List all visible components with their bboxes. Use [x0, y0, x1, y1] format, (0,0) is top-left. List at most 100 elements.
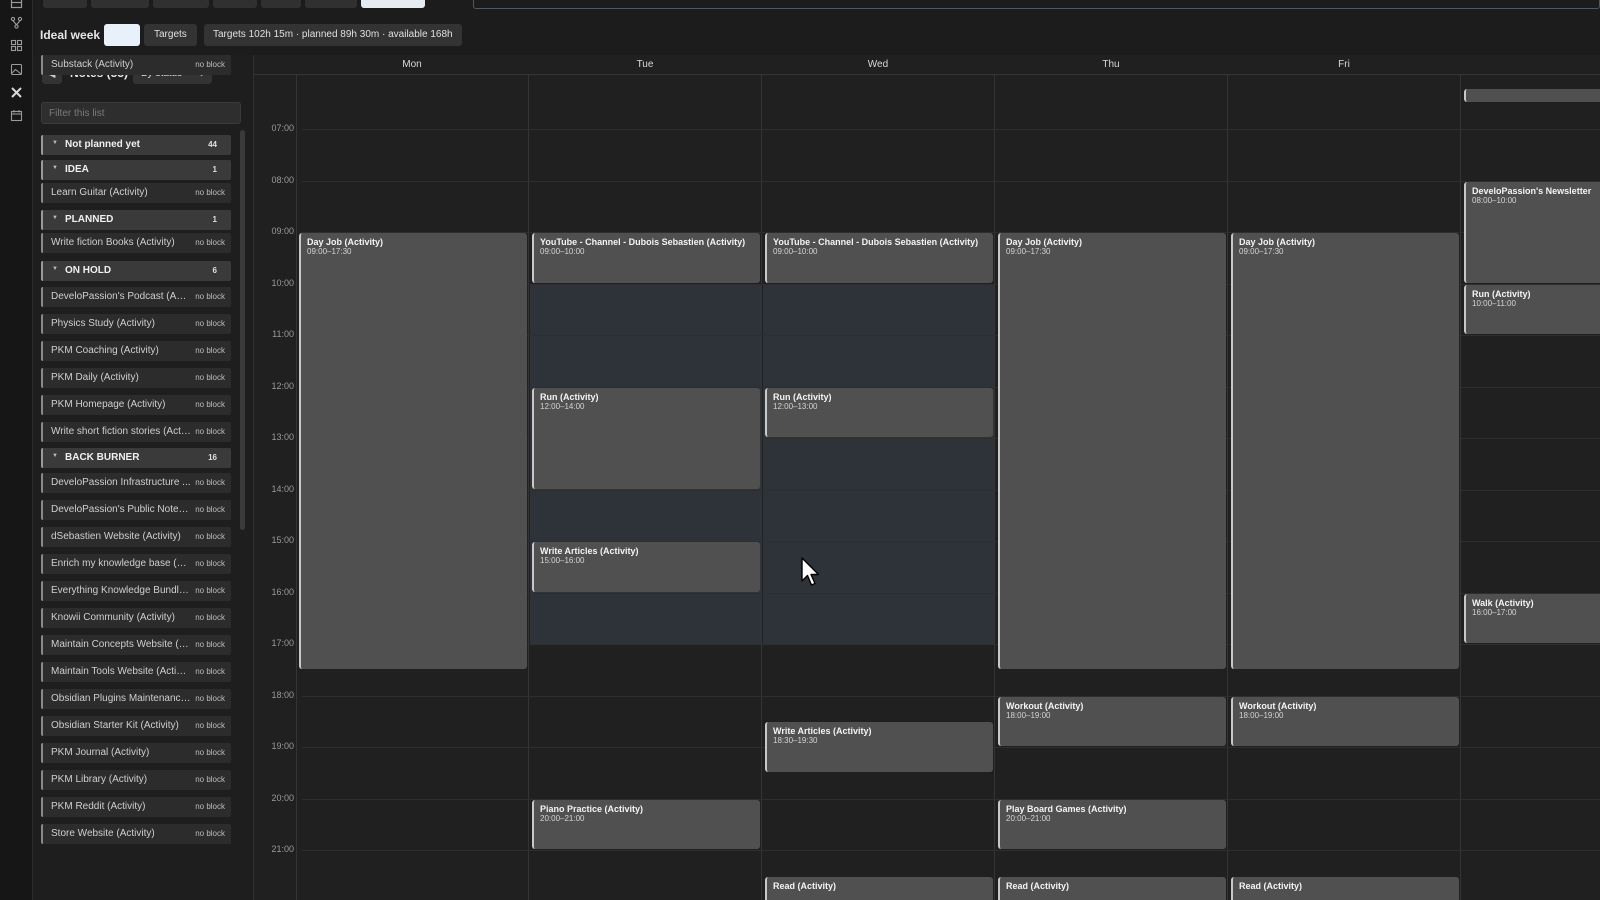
toolbar-tab[interactable]: [305, 0, 357, 8]
event-time: 18:00–19:00: [1006, 710, 1051, 720]
note-list-item[interactable]: PKM Homepage (Activity) no block: [41, 395, 231, 415]
day-column-divider: [761, 55, 762, 900]
status-group-header[interactable]: ▼ IDEA 1: [41, 160, 231, 180]
toolbar-tab[interactable]: [153, 0, 209, 8]
calendar-icon[interactable]: [10, 109, 23, 122]
event-title: Workout (Activity): [1006, 700, 1084, 711]
status-group-header[interactable]: ▼ BACK BURNER 16: [41, 448, 231, 468]
no-block-badge: no block: [195, 613, 225, 622]
mouse-cursor-icon: [801, 557, 820, 586]
note-list-item[interactable]: DeveloPassion's Public Notes ... no block: [41, 500, 231, 520]
status-group-header[interactable]: ▼ Not planned yet 44: [41, 135, 231, 155]
note-list-item[interactable]: PKM Journal (Activity) no block: [41, 743, 231, 763]
note-list-item[interactable]: Maintain Concepts Website (A... no block: [41, 635, 231, 655]
calendar-event[interactable]: Run (Activity) 10:00–11:00: [1464, 284, 1600, 334]
no-block-badge: no block: [195, 346, 225, 355]
notes-scrollbar[interactable]: [240, 130, 245, 530]
toolbar-input[interactable]: [473, 0, 1600, 9]
day-column-divider: [528, 55, 529, 900]
event-time: 18:30–19:30: [773, 736, 818, 746]
note-label: PKM Journal (Activity): [51, 747, 150, 758]
targets-button[interactable]: Targets: [144, 24, 197, 46]
note-list-item[interactable]: Learn Guitar (Activity) no block: [41, 183, 231, 203]
calendar-event[interactable]: Day Job (Activity) 09:00–17:30: [299, 233, 527, 669]
event-time: 08:00–10:00: [1472, 195, 1517, 205]
note-list-item[interactable]: Substack (Activity) no block: [41, 55, 231, 75]
hour-label: 17:00: [271, 638, 294, 648]
layout-icon[interactable]: [10, 0, 23, 9]
day-name: Mon: [402, 59, 422, 70]
no-block-badge: no block: [195, 802, 225, 811]
fork-icon[interactable]: [10, 16, 23, 29]
note-label: PKM Daily (Activity): [51, 372, 139, 383]
status-group-header[interactable]: ▼ PLANNED 1: [41, 210, 231, 230]
note-list-item[interactable]: Maintain Tools Website (Activi... no bloc…: [41, 662, 231, 682]
event-title: Run (Activity): [540, 391, 599, 402]
calendar-event[interactable]: Write Articles (Activity) 18:30–19:30: [765, 722, 993, 772]
highlighted-time-range: [763, 283, 994, 644]
toolbar-tab[interactable]: [91, 0, 149, 8]
note-list-item[interactable]: Obsidian Starter Kit (Activity) no block: [41, 716, 231, 736]
note-list-item[interactable]: PKM Library (Activity) no block: [41, 770, 231, 790]
event-title: Write Articles (Activity): [540, 546, 639, 556]
toolbar-tab[interactable]: [261, 0, 301, 8]
note-list-item[interactable]: Obsidian Plugins Maintenance... no block: [41, 689, 231, 709]
toolbar-tab[interactable]: [43, 0, 87, 8]
tools-icon[interactable]: [10, 86, 23, 99]
no-block-badge: no block: [195, 721, 225, 730]
note-list-item[interactable]: dSebastien Website (Activity) no block: [41, 527, 231, 547]
calendar-event[interactable]: YouTube - Channel - Dubois Sebastien (Ac…: [532, 233, 760, 283]
hour-label: 09:00: [271, 226, 294, 236]
calendar-event[interactable]: Read (Activity): [998, 876, 1226, 900]
status-group-header[interactable]: ▼ ON HOLD 6: [41, 261, 231, 281]
calendar-event[interactable]: Day Job (Activity) 09:00–17:30: [1231, 233, 1459, 669]
calendar-event[interactable]: DeveloPassion's Newsletter 08:00–10:00: [1464, 181, 1600, 283]
note-list-item[interactable]: Enrich my knowledge base (Ac... no block: [41, 554, 231, 574]
note-list-item[interactable]: PKM Daily (Activity) no block: [41, 368, 231, 388]
note-list-item[interactable]: Physics Study (Activity) no block: [41, 314, 231, 334]
toolbar-tab-active[interactable]: [361, 0, 425, 8]
day-column-divider: [994, 55, 995, 900]
day-name: Wed: [867, 59, 889, 70]
note-label: Write fiction Books (Activity): [51, 237, 175, 248]
calendar-event[interactable]: Walk (Activity) 16:00–17:00: [1464, 593, 1600, 643]
note-list-item[interactable]: DeveloPassion's Podcast (Acti... no block: [41, 287, 231, 307]
calendar-event[interactable]: Piano Practice (Activity) 20:00–21:00: [532, 799, 760, 849]
calendar-event[interactable]: Run (Activity) 12:00–13:00: [765, 387, 993, 437]
calendar-event[interactable]: [1464, 88, 1600, 103]
event-time: 10:00–11:00: [1472, 298, 1516, 308]
calendar-event[interactable]: Day Job (Activity) 09:00–17:30: [998, 233, 1226, 669]
caret-down-icon: ▼: [52, 165, 58, 171]
note-list-item[interactable]: PKM Coaching (Activity) no block: [41, 341, 231, 361]
note-label: DeveloPassion's Podcast (Acti...: [51, 291, 191, 302]
calendar-event[interactable]: YouTube - Channel - Dubois Sebastien (Ac…: [765, 233, 993, 283]
grid-icon[interactable]: [10, 39, 23, 52]
note-label: Knowii Community (Activity): [51, 612, 175, 623]
note-list-item[interactable]: PKM Reddit (Activity) no block: [41, 797, 231, 817]
color-swatch-button[interactable]: [104, 24, 140, 46]
calendar-event[interactable]: Write Articles (Activity) 15:00–16:00: [532, 542, 760, 592]
no-block-badge: no block: [195, 478, 225, 487]
calendar-event[interactable]: Read (Activity): [1231, 876, 1459, 900]
image-icon[interactable]: [10, 63, 23, 76]
calendar-event[interactable]: Workout (Activity) 18:00–19:00: [998, 696, 1226, 746]
no-block-badge: no block: [195, 586, 225, 595]
note-list-item[interactable]: Write short fiction stories (Acti... no b…: [41, 422, 231, 442]
event-time: 12:00–13:00: [773, 401, 818, 411]
note-list-item[interactable]: Knowii Community (Activity) no block: [41, 608, 231, 628]
calendar-event[interactable]: Read (Activity): [765, 876, 993, 900]
note-list-item[interactable]: Write fiction Books (Activity) no block: [41, 233, 231, 253]
note-list-item[interactable]: Store Website (Activity) no block: [41, 824, 231, 844]
calendar-event[interactable]: Run (Activity) 12:00–14:00: [532, 387, 760, 489]
calendar-event[interactable]: Play Board Games (Activity) 20:00–21:00: [998, 799, 1226, 849]
note-list-item[interactable]: Everything Knowledge Bundle ... no block: [41, 581, 231, 601]
hour-label: 11:00: [272, 329, 294, 339]
note-list-item[interactable]: DeveloPassion Infrastructure ... no block: [41, 473, 231, 493]
filter-input[interactable]: [41, 102, 241, 124]
event-title: Read (Activity): [1239, 880, 1303, 891]
group-count: 44: [208, 140, 217, 149]
calendar-event[interactable]: Workout (Activity) 18:00–19:00: [1231, 696, 1459, 746]
note-label: Write short fiction stories (Acti...: [51, 426, 191, 437]
hour-label: 10:00: [271, 277, 294, 288]
toolbar-tab[interactable]: [213, 0, 257, 8]
